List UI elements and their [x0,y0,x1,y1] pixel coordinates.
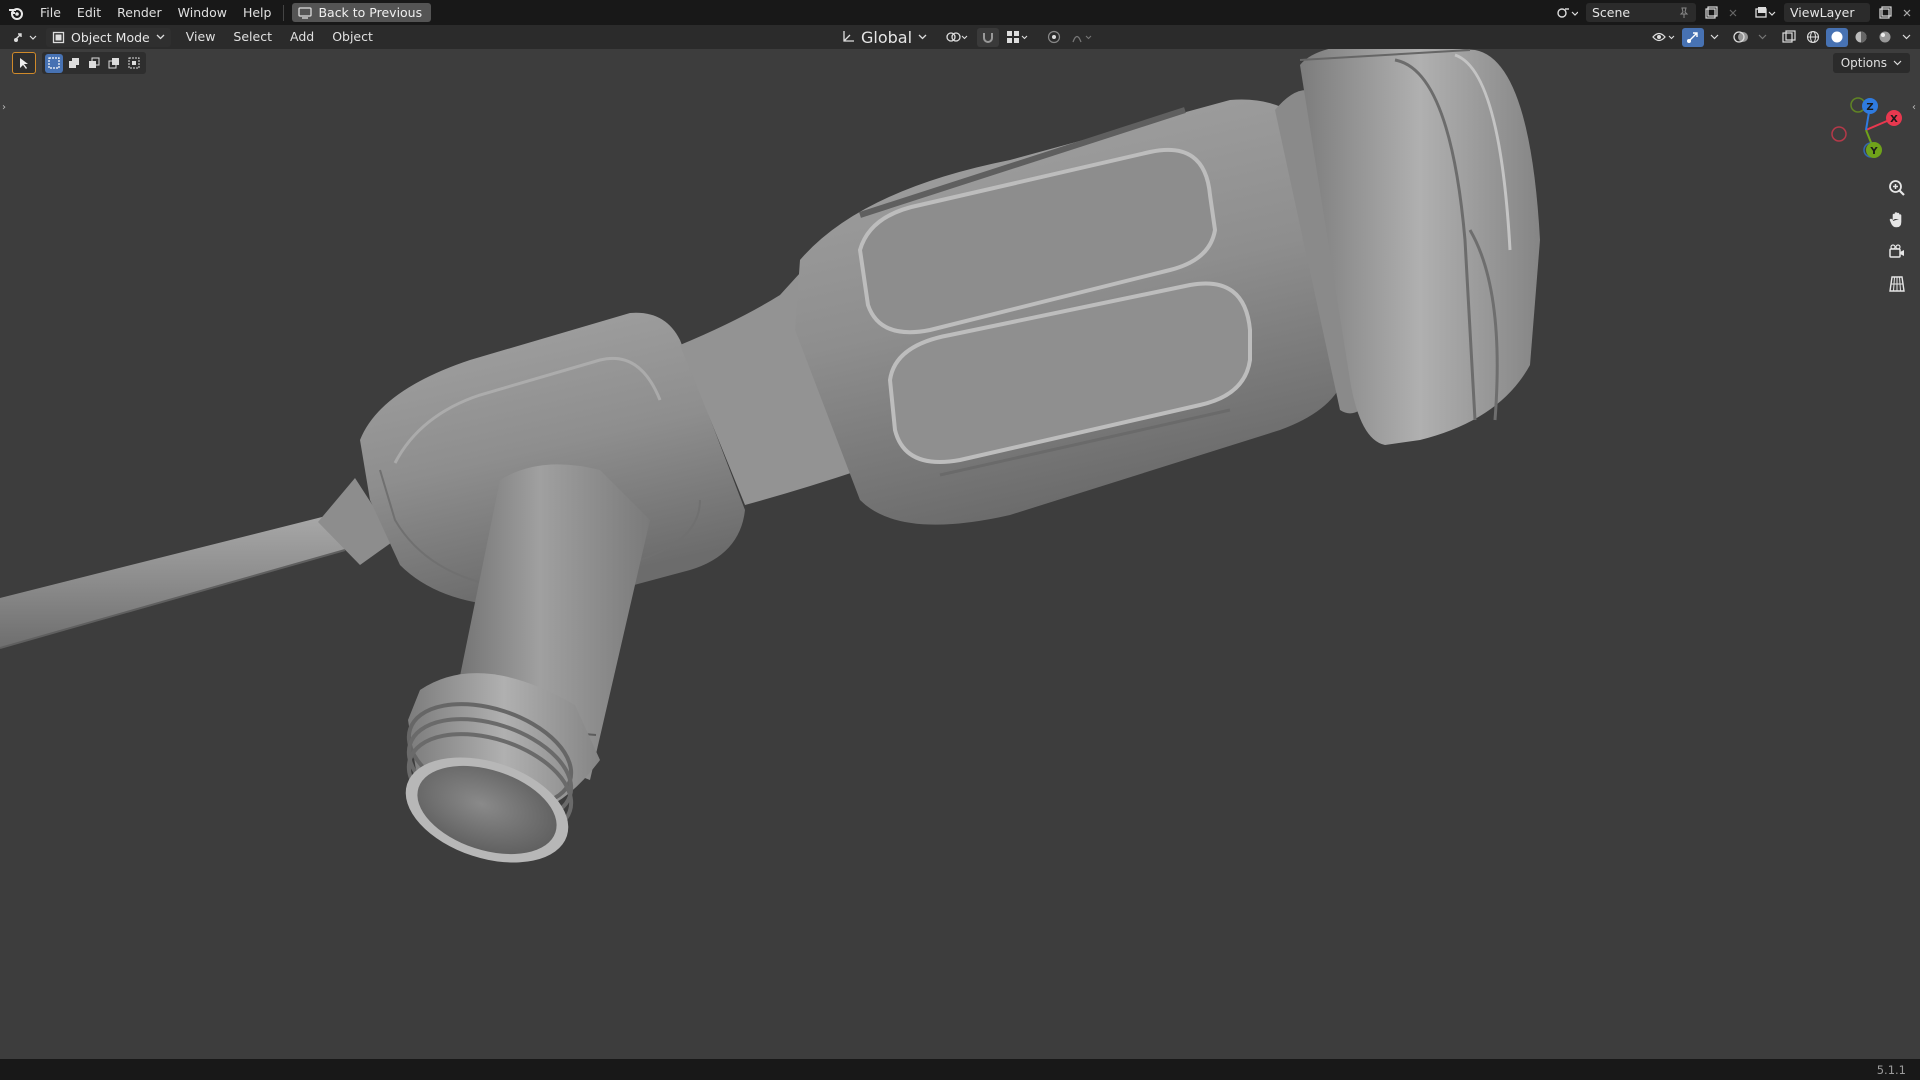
header-menu-add[interactable]: Add [281,25,323,49]
new-view-layer-icon[interactable] [1874,3,1896,22]
solid-shading-icon[interactable] [1826,27,1848,47]
falloff-curve-icon[interactable] [1069,28,1099,47]
scene-browse-icon[interactable] [1552,3,1582,22]
gizmo-neg-x-icon[interactable] [1831,126,1847,142]
gizmo-z-label: Z [1866,102,1873,113]
scene-selector-group: Scene ViewLayer [1552,0,1920,25]
back-to-previous-button[interactable]: Back to Previous [292,3,432,22]
shading-dropdown-icon[interactable] [1898,28,1914,47]
menu-window[interactable]: Window [170,0,235,25]
3d-viewport[interactable] [0,49,1920,1059]
delete-scene-icon[interactable] [1726,3,1740,22]
status-bar: 5.1.1 [0,1059,1920,1080]
pan-hand-icon[interactable] [1884,207,1910,233]
header-menu-view[interactable]: View [177,25,225,49]
perspective-grid-icon[interactable] [1884,271,1910,297]
snap-toggle-icon[interactable] [977,27,1000,47]
pin-icon[interactable] [1678,7,1690,19]
camera-view-icon[interactable] [1884,239,1910,265]
gizmo-dropdown-icon[interactable] [1706,28,1722,47]
chevron-down-icon [918,34,927,40]
view-layer-browse-icon[interactable] [1750,3,1780,22]
navigation-gizmo[interactable]: X Y Z [1826,90,1906,170]
new-scene-icon[interactable] [1700,3,1722,22]
gizmo-toggle-icon[interactable] [1682,27,1704,47]
view-layer-field[interactable]: ViewLayer [1784,3,1870,22]
version-label: 5.1.1 [1876,1062,1906,1077]
object-mode-dropdown[interactable]: Object Mode [46,27,171,47]
scene-name: Scene [1592,5,1631,20]
orientation-axes-icon [843,31,854,42]
rendered-shading-icon[interactable] [1874,28,1896,47]
header-menu-select[interactable]: Select [224,25,281,49]
editor-type-icon[interactable] [6,28,46,47]
snap-increment-icon[interactable] [1003,28,1033,47]
header-menu-object[interactable]: Object [323,25,382,49]
menu-help[interactable]: Help [235,0,280,25]
visibility-selectability-icon[interactable] [1650,28,1680,47]
header-center-tools: Global [835,25,1099,49]
zoom-icon[interactable] [1884,175,1910,201]
navigation-buttons [1884,175,1910,297]
header-right-tools [1650,25,1914,49]
top-bar: File Edit Render Window Help Back to Pre… [0,0,1920,25]
overlays-toggle-icon[interactable] [1730,28,1752,47]
material-shading-icon[interactable] [1850,28,1872,47]
menu-file[interactable]: File [32,0,69,25]
gizmo-y-label: Y [1869,146,1878,157]
gizmo-x-label: X [1890,114,1898,125]
object-mode-label: Object Mode [71,29,150,45]
delete-view-layer-icon[interactable] [1900,3,1914,22]
menu-edit[interactable]: Edit [69,0,109,25]
chevron-down-icon [156,34,165,40]
screen-icon [298,6,313,19]
divider [283,4,285,21]
overlays-dropdown-icon[interactable] [1754,28,1770,47]
scene-name-field[interactable]: Scene [1586,3,1696,22]
wireframe-shading-icon[interactable] [1802,28,1824,47]
transform-orientation-label: Global [861,27,913,47]
scope-rod [0,515,345,648]
menu-render[interactable]: Render [109,0,170,25]
back-to-previous-label: Back to Previous [318,5,423,20]
object-mode-icon [52,31,65,43]
proportional-edit-icon[interactable] [1043,28,1065,47]
pivot-point-icon[interactable] [943,28,973,47]
transform-orientation-dropdown[interactable]: Global [835,28,933,47]
view-layer-name: ViewLayer [1790,5,1855,20]
blender-logo-icon[interactable] [0,0,32,25]
xray-toggle-icon[interactable] [1778,28,1800,47]
